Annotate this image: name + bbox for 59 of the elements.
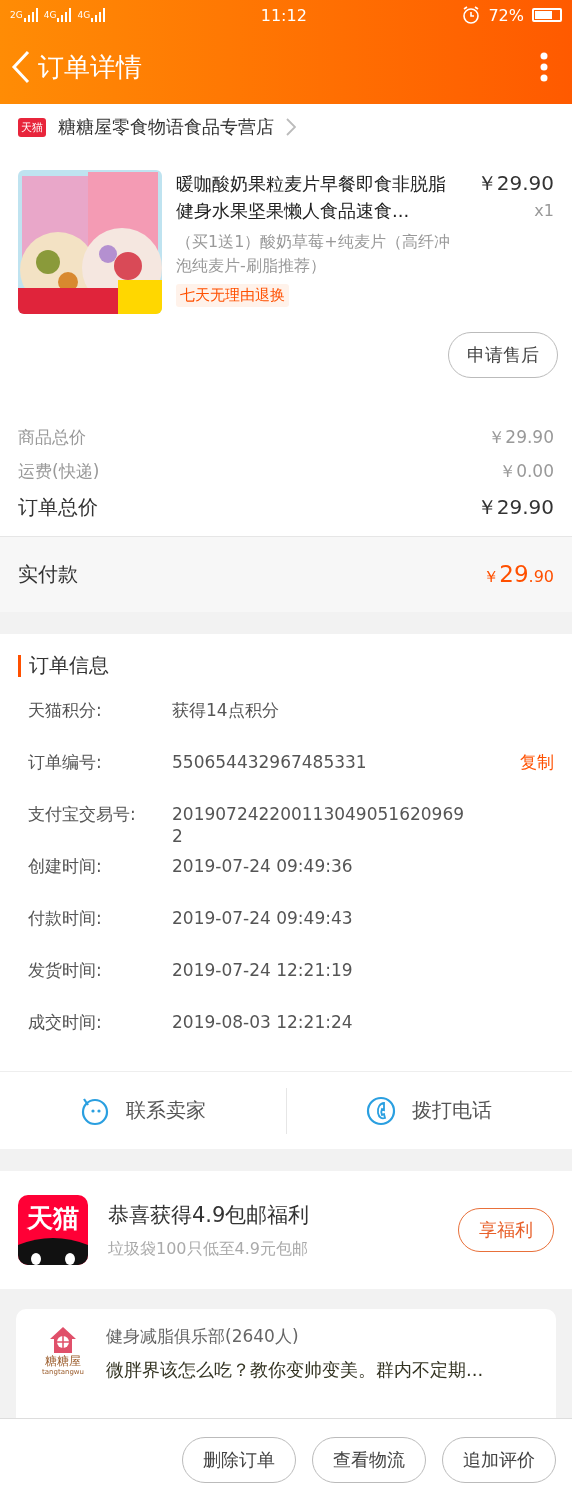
info-value: 获得14点积分 [172,699,280,721]
info-value: 2019-08-03 12:21:24 [172,1011,354,1033]
store-badge: 天猫 [18,117,46,137]
call-button[interactable]: 拨打电话 [286,1080,572,1141]
info-label: 订单编号: [28,751,103,773]
page-title: 订单详情 [38,50,143,84]
order-action-button[interactable]: 删除订单 [182,1436,296,1483]
store-name[interactable]: 糖糖屋零食物语食品专营店 [58,115,274,139]
after-sale-button[interactable]: 申请售后 [448,332,558,378]
phone-icon [366,1095,397,1126]
section-title: 订单信息 [29,652,109,679]
order-action-button[interactable]: 追加评价 [442,1436,556,1483]
info-label: 付款时间: [28,907,103,929]
paid-label: 实付款 [18,561,78,588]
promo-subtitle: 垃圾袋100只低至4.9元包邮 [108,1238,309,1260]
price-label: 订单总价 [18,493,98,521]
product-title[interactable]: 暖咖酸奶果粒麦片早餐即食非脱脂健身水果坚果懒人食品速食... [176,170,463,224]
cat-face-icon [18,1235,88,1265]
status-time: 11:12 [260,5,307,25]
info-label: 支付宝交易号: [28,803,137,825]
info-value: 2019-07-24 09:49:36 [172,855,354,877]
paid-amount: ￥29.90 [483,561,554,588]
alarm-icon [462,6,481,24]
group-name: 健身减脂俱乐部(2640人) [106,1325,300,1348]
info-value: 2019072422001130490516209692 [172,803,466,847]
signal-icon [91,8,106,22]
info-value: 550654432967485331 [172,751,368,773]
group-message: 微胖界该怎么吃？教你变帅变美。群内不定期... [106,1358,484,1382]
app-logo: 天猫 [18,1195,88,1265]
price-value: ￥29.90 [488,425,554,449]
network-label: 2G [10,10,23,20]
group-logo-name: 糖糖屋 [45,1355,81,1369]
info-label: 天猫积分: [28,699,103,721]
more-icon[interactable] [540,52,548,82]
product-quantity: x1 [534,201,554,220]
info-label: 创建时间: [28,855,103,877]
info-label: 成交时间: [28,1011,103,1033]
order-action-button[interactable]: 查看物流 [312,1436,426,1483]
price-value: ￥29.90 [476,493,554,521]
chevron-icon[interactable] [286,118,296,136]
back-icon[interactable] [10,50,32,84]
signal-icon [23,8,38,22]
info-value: 2019-07-24 09:49:43 [172,907,354,929]
battery-icon [532,8,562,22]
return-tag: 七天无理由退换 [176,284,289,307]
price-label: 商品总价 [18,425,86,449]
info-label: 发货时间: [28,959,103,981]
info-value: 2019-07-24 12:21:19 [172,959,354,981]
price-value: ￥0.00 [499,459,554,483]
network-label: 4G [43,10,57,20]
product-price: ￥29.90 [476,170,554,197]
network-label: 4G [77,10,91,20]
contact-seller-button[interactable]: 联系卖家 [0,1080,286,1141]
promo-title: 恭喜获得4.9包邮福利 [108,1201,311,1229]
signal-icon [57,8,72,22]
battery-percent: 72% [488,5,524,25]
product-variant: （买1送1）酸奶草莓+纯麦片（高纤冲泡纯麦片-刷脂推荐） [176,231,451,277]
price-label: 运费(快递) [18,459,100,483]
house-icon [48,1325,78,1355]
